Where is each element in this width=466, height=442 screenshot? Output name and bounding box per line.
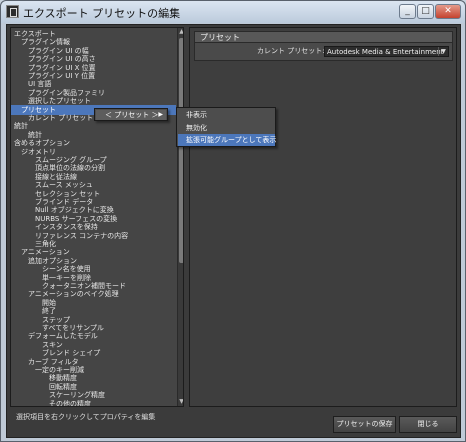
tree-scrollbar[interactable]: ▲ ▼ — [177, 28, 183, 406]
submenu-arrow-icon: ▶ — [158, 111, 163, 118]
context-menu-item-preset[interactable]: ＜ プリセット ＞ ▶ — [96, 110, 166, 120]
context-menu: ＜ プリセット ＞ ▶ — [94, 108, 168, 121]
app-icon — [6, 5, 19, 18]
submenu-item[interactable]: 非表示 — [178, 109, 275, 121]
preset-group-body: カレント プリセット: Autodesk Media & Entertainme… — [194, 43, 453, 61]
submenu-item[interactable]: 拡張可能グループとして表示 — [178, 134, 276, 147]
current-preset-label: カレント プリセット: — [257, 47, 325, 55]
preset-group-header[interactable]: プリセット — [194, 31, 453, 43]
tree-item[interactable]: その他の精度 — [11, 399, 176, 407]
tree-item-label: その他の精度 — [49, 399, 91, 407]
window-title: エクスポート プリセットの編集 — [23, 7, 181, 20]
title-bar[interactable]: エクスポート プリセットの編集 _ □ ✕ — [1, 1, 465, 23]
scroll-thumb[interactable] — [179, 38, 183, 263]
minimize-button[interactable]: _ — [399, 4, 416, 19]
window-close-button[interactable]: ✕ — [435, 4, 461, 19]
scroll-down-arrow-icon[interactable]: ▼ — [178, 398, 183, 406]
dialog-client-area: エクスポート プラグイン情報 プラグイン UI の幅 プラグイン UI の高さ プラグイ… — [6, 24, 461, 438]
submenu-item[interactable]: 無効化 — [178, 122, 275, 134]
chevron-down-icon[interactable]: ▼ — [438, 47, 448, 56]
context-menu-item-label: ＜ プリセット ＞ — [105, 111, 159, 119]
maximize-button[interactable]: □ — [417, 4, 434, 19]
save-preset-button[interactable]: プリセットの保存 — [333, 416, 396, 433]
preset-tree-panel: エクスポート プラグイン情報 プラグイン UI の幅 プラグイン UI の高さ プラグイ… — [10, 27, 184, 407]
current-preset-value: Autodesk Media & Entertainment — [327, 48, 444, 56]
close-button[interactable]: 閉じる — [399, 416, 457, 433]
scroll-up-arrow-icon[interactable]: ▲ — [178, 28, 183, 36]
export-preset-editor-window: エクスポート プリセットの編集 _ □ ✕ エクスポート プラグイン情報 プラグイン… — [0, 0, 466, 442]
context-submenu: 非表示 無効化 拡張可能グループとして表示 — [176, 107, 276, 147]
status-hint: 選択項目を右クリックしてプロパティを編集 — [16, 413, 156, 421]
current-preset-dropdown[interactable]: Autodesk Media & Entertainment ▼ — [324, 46, 449, 57]
preset-group-title: プリセット — [200, 33, 240, 42]
properties-panel: プリセット カレント プリセット: Autodesk Media & Enter… — [189, 27, 457, 407]
